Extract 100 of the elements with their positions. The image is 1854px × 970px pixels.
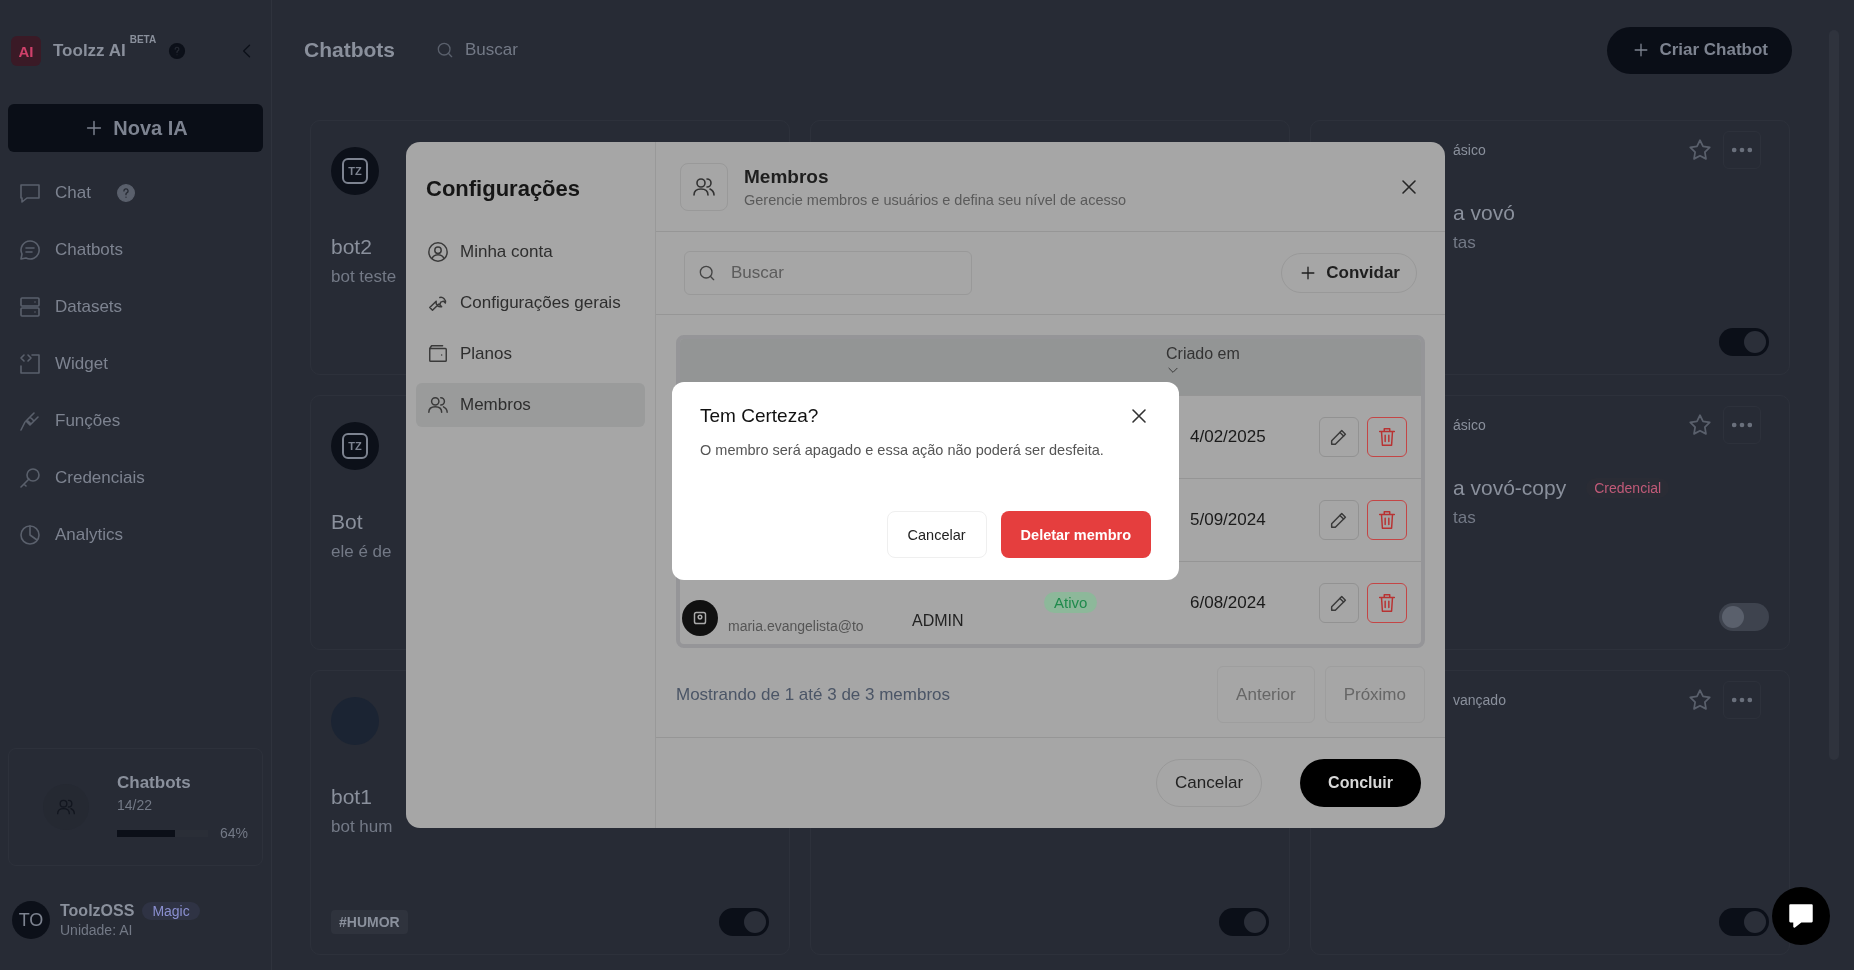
more-button[interactable]	[1723, 406, 1761, 444]
sidebar-item-label: Funções	[55, 410, 121, 431]
search-field[interactable]: Buscar	[684, 251, 972, 295]
card-title: a vovó	[1453, 201, 1515, 225]
sidebar-item-label: Widget	[55, 353, 108, 374]
usage-count: 14/22	[117, 797, 154, 813]
settings-nav-label: Configurações gerais	[460, 293, 621, 313]
user-name: ToolzOSS	[60, 902, 135, 920]
star-icon	[1687, 137, 1713, 163]
card-title: a vovó-copy	[1453, 476, 1567, 500]
settings-nav-label: Membros	[460, 395, 531, 415]
more-button[interactable]	[1723, 681, 1761, 719]
delete-button[interactable]	[1367, 583, 1407, 623]
confirm-button[interactable]: Concluir	[1300, 759, 1421, 807]
edit-button[interactable]	[1319, 583, 1359, 623]
bot-avatar: TZ	[331, 147, 379, 195]
sidebar-item[interactable]: Chat	[8, 164, 263, 221]
member-email: maria.evangelista@to	[728, 618, 864, 634]
card-description: ele é de	[331, 542, 392, 562]
bot-avatar: TZ	[331, 422, 379, 470]
sidebar-item-label: Credenciais	[55, 467, 145, 488]
settings-nav-label: Minha conta	[460, 242, 553, 262]
star-icon	[1687, 412, 1713, 438]
toggle-switch[interactable]	[1719, 908, 1769, 936]
created-date: 5/09/2024	[1189, 510, 1267, 530]
card-description: bot teste	[331, 267, 397, 287]
help-icon	[168, 42, 187, 60]
panel-title: Membros	[744, 165, 830, 188]
beta-label: BETA	[129, 34, 157, 45]
help-icon	[115, 182, 136, 203]
database-icon	[18, 294, 42, 319]
status-badge: Ativo	[1044, 592, 1098, 613]
access-level: ADMIN	[912, 611, 965, 630]
user-circle-icon	[427, 241, 449, 263]
code-window-icon	[18, 351, 42, 376]
pie-chart-icon	[18, 522, 42, 547]
sidebar-item[interactable]: Chatbots	[8, 221, 263, 278]
toggle-switch[interactable]	[1219, 908, 1269, 936]
wallet-icon	[427, 343, 449, 365]
card-description: bot hum	[331, 817, 393, 837]
search-icon	[435, 40, 455, 60]
card-title: Bot	[331, 510, 363, 534]
sidebar-item-label: Chatbots	[55, 239, 124, 260]
card-description: tas	[1453, 233, 1476, 253]
cancel-button[interactable]: Cancelar	[886, 511, 987, 558]
delete-button[interactable]	[1367, 417, 1407, 457]
settings-nav-label: Planos	[460, 344, 512, 364]
settings-nav-item[interactable]: Membros	[416, 383, 645, 427]
page-title: Chatbots	[304, 38, 395, 62]
trash-icon	[1376, 426, 1398, 448]
delete-member-button[interactable]: Deletar membro	[1000, 511, 1151, 558]
sidebar-item-label: Analytics	[55, 524, 124, 545]
toggle-switch[interactable]	[719, 908, 769, 936]
plan-label: ásico	[1453, 417, 1486, 433]
create-chatbot-button[interactable]: Criar Chatbot	[1607, 26, 1792, 74]
dialog-title: Tem Certeza?	[700, 405, 819, 427]
more-button[interactable]	[1723, 131, 1761, 169]
plan-label: vançado	[1453, 692, 1506, 708]
usage-title: Chatbots	[117, 773, 192, 793]
pagination-summary: Mostrando de 1 até 3 de 3 membros	[676, 684, 951, 705]
trash-icon	[1376, 509, 1398, 531]
sidebar-item[interactable]: Datasets	[8, 278, 263, 335]
toggle-switch[interactable]	[1719, 328, 1769, 356]
panel-subtitle: Gerencie membros e usuários e defina seu nível de acesso	[744, 191, 1127, 208]
sidebar-item[interactable]: Analytics	[8, 506, 263, 563]
sidebar-item-label: Datasets	[55, 296, 123, 317]
dialog-message: O membro será apagado e essa ação não poderá ser desfeita.	[700, 442, 1105, 458]
app-logo: AI	[11, 36, 41, 66]
brand-name: Toolzz AI	[53, 41, 126, 61]
card-description: tas	[1453, 508, 1476, 528]
created-date: 6/08/2024	[1189, 593, 1267, 613]
settings-nav-item[interactable]: Configurações gerais	[416, 281, 645, 325]
search-field[interactable]: Buscar	[465, 40, 585, 60]
trash-icon	[1376, 592, 1398, 614]
search-icon	[697, 263, 717, 283]
user-avatar: TO	[12, 901, 50, 939]
card-title: bot2	[331, 235, 372, 259]
column-header: Criado em	[1166, 345, 1241, 363]
edit-button[interactable]	[1319, 417, 1359, 457]
card-title: bot1	[331, 785, 372, 809]
sidebar-item[interactable]: Funções	[8, 392, 263, 449]
user-unit: Unidade: AI	[60, 922, 134, 938]
key-icon	[18, 465, 42, 490]
edit-button[interactable]	[1319, 500, 1359, 540]
sidebar-item-label: Chat	[55, 182, 91, 203]
plan-badge: Magic	[142, 902, 200, 920]
card-tag: #HUMOR	[331, 910, 408, 934]
delete-button[interactable]	[1367, 500, 1407, 540]
created-date: 4/02/2025	[1189, 427, 1267, 447]
settings-title: Configurações	[426, 176, 582, 202]
sidebar-item[interactable]: Widget	[8, 335, 263, 392]
settings-nav-item[interactable]: Minha conta	[416, 230, 645, 274]
star-icon	[1687, 687, 1713, 713]
settings-nav-item[interactable]: Planos	[416, 332, 645, 376]
usage-percent: 64%	[219, 825, 248, 841]
plan-label: ásico	[1453, 142, 1486, 158]
sidebar-item[interactable]: Credenciais	[8, 449, 263, 506]
new-ai-button[interactable]: Nova IA	[8, 104, 263, 152]
users-icon	[427, 394, 449, 416]
toggle-switch[interactable]	[1719, 603, 1769, 631]
